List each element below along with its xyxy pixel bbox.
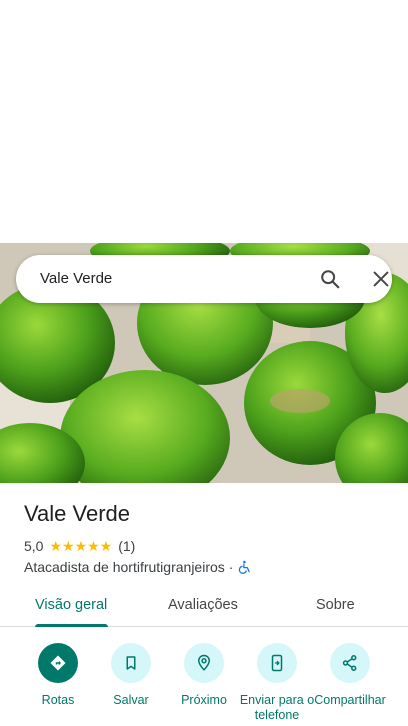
- place-title: Vale Verde: [24, 501, 131, 526]
- save-label: Salvar: [113, 693, 149, 707]
- nearby-label: Próximo: [181, 693, 227, 707]
- search-bar[interactable]: Vale Verde: [16, 255, 392, 303]
- send-to-phone-label: Enviar para o telefone: [239, 693, 315, 722]
- search-input[interactable]: Vale Verde: [40, 270, 112, 287]
- place-tabs: Visão geral Avaliações Sobre: [0, 583, 408, 627]
- share-button[interactable]: Compartilhar: [310, 643, 390, 708]
- close-icon[interactable]: [370, 268, 392, 290]
- share-icon: [330, 643, 370, 683]
- directions-label: Rotas: [41, 693, 75, 707]
- action-buttons: Rotas Salvar Próximo Enviar para o telef…: [0, 643, 408, 723]
- place-category: Atacadista de hortifrutigranjeiros: [24, 559, 225, 575]
- bookmark-icon: [111, 643, 151, 683]
- search-icon[interactable]: [319, 268, 341, 290]
- directions-icon: [38, 643, 78, 683]
- tab-overview[interactable]: Visão geral: [35, 597, 107, 613]
- save-button[interactable]: Salvar: [91, 643, 171, 708]
- place-info-panel: Vale Verde 5,0 ★★★★★ (1) Atacadista de h…: [0, 483, 408, 726]
- tab-about[interactable]: Sobre: [316, 597, 355, 613]
- directions-button[interactable]: Rotas: [18, 643, 98, 708]
- wheelchair-accessible-icon: [238, 560, 252, 574]
- separator-dot: ·: [228, 559, 234, 575]
- share-label: Compartilhar: [314, 693, 386, 707]
- rating-row[interactable]: 5,0 ★★★★★ (1): [24, 537, 135, 555]
- review-count[interactable]: (1): [118, 538, 135, 554]
- send-to-phone-icon: [257, 643, 297, 683]
- star-rating-icon: ★★★★★: [49, 537, 113, 554]
- map-area[interactable]: [0, 0, 408, 243]
- active-tab-indicator: [35, 624, 108, 627]
- send-to-phone-button[interactable]: Enviar para o telefone: [237, 643, 317, 723]
- category-row: Atacadista de hortifrutigranjeiros ·: [24, 558, 252, 576]
- nearby-icon: [184, 643, 224, 683]
- tab-reviews[interactable]: Avaliações: [168, 597, 238, 613]
- nearby-button[interactable]: Próximo: [164, 643, 244, 708]
- rating-value: 5,0: [24, 538, 44, 554]
